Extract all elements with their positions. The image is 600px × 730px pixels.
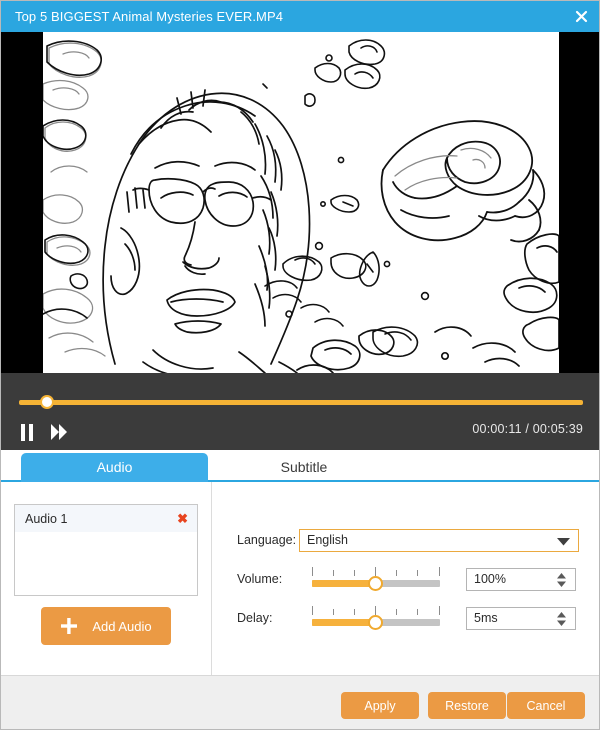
fast-forward-icon [51,424,67,440]
language-value: English [307,533,348,547]
video-audio-settings-dialog: Top 5 BIGGEST Animal Mysteries EVER.MP4 [0,0,600,730]
tab-audio[interactable]: Audio [21,453,208,482]
player-controls: 00:00:11 / 00:05:39 [1,373,599,450]
chevron-up-icon [557,611,566,617]
delay-slider[interactable] [312,606,440,630]
restore-button[interactable]: Restore [428,692,506,719]
language-select[interactable]: English [299,528,579,552]
add-audio-button[interactable]: Add Audio [41,607,171,645]
volume-row: Volume: 100% [237,567,576,591]
list-item[interactable]: Audio 1 ✖ [15,505,197,532]
tab-subtitle[interactable]: Subtitle [208,453,400,482]
progress-track [19,400,583,405]
playback-progress-slider[interactable] [19,395,583,409]
plus-icon [61,618,78,634]
volume-slider-handle[interactable] [368,576,383,591]
volume-slider-ticks [312,567,440,576]
delay-slider-handle[interactable] [368,615,383,630]
video-preview-area[interactable] [1,32,599,373]
time-display: 00:00:11 / 00:05:39 [472,422,583,436]
volume-slider[interactable] [312,567,440,591]
audio-track-list[interactable]: Audio 1 ✖ [14,504,198,596]
window-title: Top 5 BIGGEST Animal Mysteries EVER.MP4 [15,9,284,24]
chevron-up-icon [557,572,566,578]
delay-row: Delay: 5ms [237,606,576,630]
progress-handle[interactable] [40,395,54,409]
tab-bar: Audio Subtitle [1,450,599,482]
language-row: Language: English [237,528,579,552]
pause-button[interactable] [15,421,39,443]
volume-input[interactable]: 100% [466,567,576,591]
delete-track-icon[interactable]: ✖ [177,512,188,525]
close-button[interactable] [561,1,599,32]
video-still-image [43,32,559,373]
video-frame [43,32,559,373]
title-bar: Top 5 BIGGEST Animal Mysteries EVER.MP4 [1,1,599,32]
delay-value: 5ms [474,611,498,625]
pause-icon [21,423,33,441]
fast-forward-button[interactable] [47,421,71,443]
delay-slider-ticks [312,606,440,615]
volume-label: Volume: [237,572,283,586]
apply-button[interactable]: Apply [341,692,419,719]
panel-divider [211,482,212,675]
dialog-footer: Apply Restore Cancel [1,675,599,729]
chevron-down-icon [557,581,566,587]
language-label: Language: [237,533,297,547]
audio-track-label: Audio 1 [25,511,68,526]
volume-stepper[interactable] [557,572,566,587]
add-audio-label: Add Audio [92,618,152,634]
cancel-button[interactable]: Cancel [507,692,585,719]
chevron-down-icon [557,537,570,545]
close-icon [575,10,587,23]
delay-stepper[interactable] [557,611,566,626]
delay-label: Delay: [237,611,273,625]
audio-tab-panel: Audio 1 ✖ Add Audio Language: English Vo… [1,482,599,675]
volume-value: 100% [474,572,506,586]
chevron-down-icon [557,620,566,626]
delay-input[interactable]: 5ms [466,606,576,630]
transport-controls-row: 00:00:11 / 00:05:39 [1,417,599,449]
